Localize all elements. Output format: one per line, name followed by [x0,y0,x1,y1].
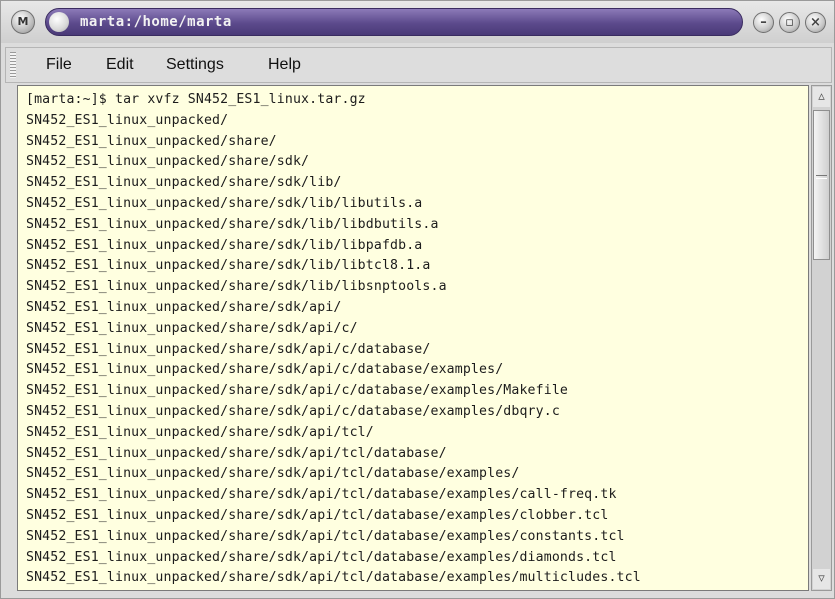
terminal-output[interactable]: [marta:~]$ tar xvfz SN452_ES1_linux.tar.… [17,85,809,591]
close-button[interactable]: × [805,12,826,33]
terminal-output-line: SN452_ES1_linux_unpacked/share/ [26,133,277,149]
terminal-output-line: SN452_ES1_linux_unpacked/share/sdk/api/t… [26,570,641,586]
menubar-grip-icon[interactable] [10,52,16,78]
maximize-icon: ▫ [785,15,794,30]
minimize-icon: – [760,15,767,30]
menu-settings[interactable]: Settings [166,56,224,74]
menu-file[interactable]: File [46,56,72,74]
scrollbar-thumb[interactable] [813,110,830,260]
scroll-up-arrow-icon[interactable]: ▵ [813,87,830,107]
title-bar[interactable]: M marta:/home/marta – ▫ × [1,1,834,43]
terminal-output-line: SN452_ES1_linux_unpacked/share/sdk/api/ [26,300,342,315]
terminal-output-line: SN452_ES1_linux_unpacked/share/sdk/api/t… [26,549,617,565]
terminal-output-line: SN452_ES1_linux_unpacked/share/sdk/api/t… [26,508,609,523]
close-icon: × [810,15,821,30]
window-menu-button[interactable]: M [11,10,35,34]
title-cap-icon [49,12,69,32]
terminal-output-line: SN452_ES1_linux_unpacked/share/sdk/lib/l… [26,258,431,274]
terminal-output-line: SN452_ES1_linux_unpacked/share/sdk/api/c… [26,383,568,399]
terminal-output-line: SN452_ES1_linux_unpacked/share/sdk/ [26,154,310,170]
terminal-output-line: SN452_ES1_linux_unpacked/share/sdk/lib/ [26,175,342,191]
thumb-grip-icon [816,175,827,179]
terminal-output-line: SN452_ES1_linux_unpacked/share/sdk/api/c… [26,404,560,419]
terminal-command-line: [marta:~]$ tar xvfz SN452_ES1_linux.tar.… [26,92,366,107]
terminal-output-line: SN452_ES1_linux_unpacked/share/sdk/lib/l… [26,237,423,253]
window-menu-icon: M [17,15,29,28]
minimize-button[interactable]: – [753,12,774,33]
terminal-output-line: SN452_ES1_linux_unpacked/share/sdk/api/t… [26,466,520,482]
terminal-output-line: SN452_ES1_linux_unpacked/share/sdk/api/c… [26,320,358,336]
scroll-down-arrow-icon[interactable]: ▿ [813,569,830,589]
terminal-output-line: SN452_ES1_linux_unpacked/share/sdk/lib/l… [26,196,423,211]
terminal-output-line: SN452_ES1_linux_unpacked/share/sdk/api/t… [26,487,617,503]
terminal-output-line: SN452_ES1_linux_unpacked/ [26,112,229,128]
terminal-output-line: SN452_ES1_linux_unpacked/share/sdk/api/c… [26,362,504,378]
terminal-output-line: SN452_ES1_linux_unpacked/share/sdk/api/c… [26,341,431,357]
title-pill[interactable]: marta:/home/marta [45,8,743,36]
window-title: marta:/home/marta [80,14,232,30]
terminal-output-line: SN452_ES1_linux_unpacked/share/sdk/api/t… [26,528,625,544]
menu-help[interactable]: Help [268,56,301,74]
vertical-scrollbar[interactable]: ▵ ▿ [811,85,832,591]
terminal-output-line: SN452_ES1_linux_unpacked/share/sdk/api/t… [26,445,447,461]
terminal-output-line: SN452_ES1_linux_unpacked/share/sdk/lib/l… [26,279,447,295]
terminal-output-line: SN452_ES1_linux_unpacked/share/sdk/lib/l… [26,216,439,232]
menu-edit[interactable]: Edit [106,56,134,74]
maximize-button[interactable]: ▫ [779,12,800,33]
terminal-output-line: SN452_ES1_linux_unpacked/share/sdk/api/t… [26,424,374,440]
menu-bar: File Edit Settings Help [5,47,832,83]
terminal-window: M marta:/home/marta – ▫ × File Edit Sett… [0,0,835,599]
